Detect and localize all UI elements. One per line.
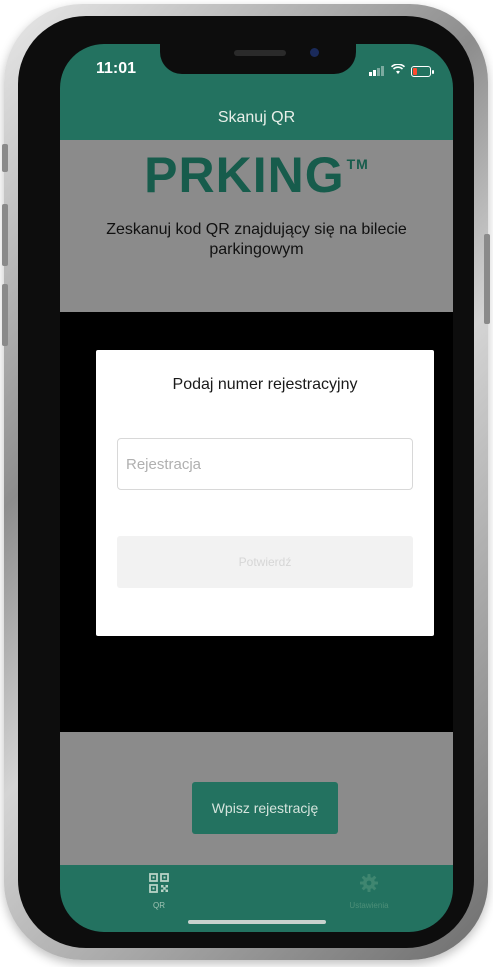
front-camera xyxy=(310,48,319,57)
scan-instruction: Zeskanuj kod QR znajdujący się na bileci… xyxy=(106,221,407,258)
tab-qr[interactable]: QR xyxy=(119,873,199,910)
notch xyxy=(160,44,356,74)
gear-icon xyxy=(360,874,378,892)
confirm-button[interactable]: Potwierdź xyxy=(117,536,413,588)
prking-logo: PRKING TM xyxy=(60,146,453,204)
home-indicator[interactable] xyxy=(188,920,326,924)
enter-plate-button[interactable]: Wpisz rejestrację xyxy=(192,782,338,834)
plate-input[interactable] xyxy=(117,438,413,490)
scan-header: PRKING TM Zeskanuj kod QR znajdujący się … xyxy=(60,140,453,312)
tab-settings-label: Ustawienia xyxy=(349,901,389,910)
status-icons xyxy=(369,62,434,80)
tab-settings[interactable]: Ustawienia xyxy=(329,873,409,910)
power-button xyxy=(484,234,490,324)
trademark: TM xyxy=(346,156,369,172)
signal-icon xyxy=(369,66,385,76)
scan-footer: Wpisz rejestrację xyxy=(60,732,453,865)
volume-up-button xyxy=(2,204,8,266)
battery-low-icon xyxy=(411,65,434,77)
status-time: 11:01 xyxy=(96,60,137,77)
modal-title: Podaj numer rejestracyjny xyxy=(172,376,358,393)
qr-code-icon xyxy=(149,873,169,893)
wifi-icon xyxy=(390,62,406,80)
silent-switch xyxy=(2,144,8,172)
tab-qr-label: QR xyxy=(153,901,165,910)
nav-title: Skanuj QR xyxy=(217,109,296,126)
speaker-grille xyxy=(234,50,286,56)
plate-modal: Podaj numer rejestracyjny Potwierdź xyxy=(96,350,434,636)
nav-bar: Skanuj QR xyxy=(60,96,453,140)
logo-text: PRKING xyxy=(144,147,345,203)
volume-down-button xyxy=(2,284,8,346)
app-screen: 11:01 Skanuj QR PRKING TM Zeskanuj kod QR… xyxy=(60,44,453,932)
